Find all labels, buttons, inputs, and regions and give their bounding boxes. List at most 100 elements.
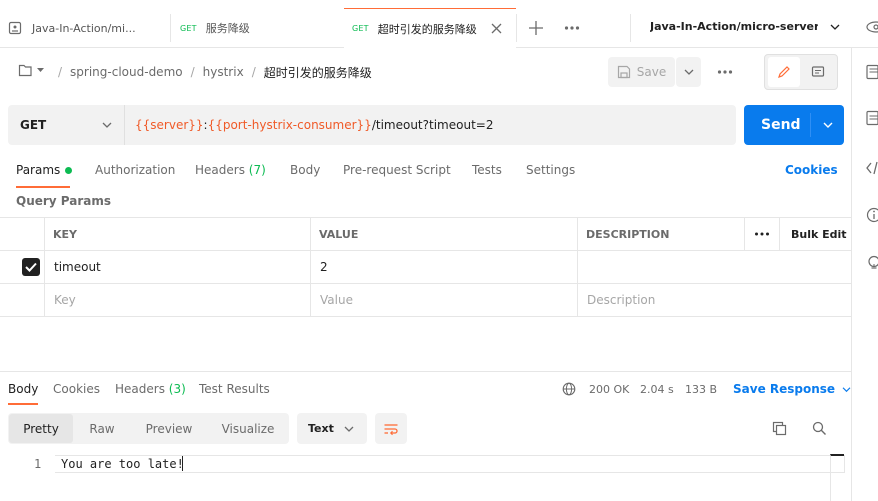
- new-param-key-input[interactable]: Key: [54, 283, 76, 316]
- comments-icon[interactable]: [866, 110, 878, 126]
- response-tab-test-results[interactable]: Test Results: [199, 380, 270, 398]
- workspace-path[interactable]: Java-In-Action/micro-server/sp: [650, 20, 818, 36]
- param-key[interactable]: timeout: [54, 250, 101, 283]
- chevron-down-icon[interactable]: [830, 23, 840, 31]
- response-headers-count: (3): [168, 382, 186, 396]
- chevron-down-icon[interactable]: [823, 121, 833, 129]
- cookies-link[interactable]: Cookies: [785, 160, 838, 180]
- table-border: [779, 217, 780, 250]
- collection-icon[interactable]: [18, 63, 46, 77]
- headers-count: (7): [248, 163, 266, 177]
- tab-label: Java-In-Action/mi...: [32, 21, 136, 35]
- tab-prerequest-script[interactable]: Pre-request Script: [343, 160, 451, 180]
- breadcrumb-folder[interactable]: hystrix: [203, 65, 244, 79]
- tab-headers[interactable]: Headers (7): [195, 160, 266, 180]
- documentation-icon[interactable]: [866, 64, 878, 80]
- wrap-lines-icon[interactable]: [375, 413, 407, 444]
- copy-icon[interactable]: [772, 421, 787, 436]
- comment-icon[interactable]: [802, 57, 834, 87]
- save-label: Save: [636, 65, 667, 79]
- table-border: [0, 250, 851, 251]
- tab-divider: [170, 14, 171, 42]
- checkmark-icon: [25, 262, 37, 272]
- tab-label: 服务降级: [205, 22, 250, 35]
- globe-icon[interactable]: [562, 382, 576, 396]
- tab-settings[interactable]: Settings: [526, 160, 575, 180]
- tab-params[interactable]: Params: [16, 160, 73, 180]
- response-divider: [0, 371, 851, 372]
- table-border: [744, 217, 745, 250]
- search-icon[interactable]: [812, 421, 827, 436]
- param-checkbox[interactable]: [22, 258, 40, 276]
- tab-timeout-degrade[interactable]: GET 超时引发的服务降级: [344, 8, 516, 48]
- view-pretty[interactable]: Pretty: [9, 413, 73, 444]
- url-variable-port: {{port-hystrix-consumer}}: [207, 118, 372, 132]
- tab-service-degrade[interactable]: GET 服务降级: [172, 8, 344, 48]
- more-tabs-icon[interactable]: [564, 25, 580, 31]
- bulk-edit-button[interactable]: Bulk Edit: [791, 218, 847, 251]
- lightbulb-icon[interactable]: [866, 255, 878, 271]
- send-divider: [810, 113, 811, 137]
- edit-icon[interactable]: [768, 57, 800, 87]
- tab-params-label: Params: [16, 163, 61, 177]
- response-time[interactable]: 2.04 s: [640, 380, 674, 398]
- save-icon: [617, 65, 631, 79]
- format-select[interactable]: Text: [297, 413, 367, 444]
- new-tab-icon[interactable]: [528, 20, 544, 36]
- code-snippet-icon[interactable]: [866, 160, 878, 176]
- param-value[interactable]: 2: [320, 250, 328, 283]
- chevron-down-icon: [344, 425, 354, 433]
- column-header-description: DESCRIPTION: [586, 228, 670, 241]
- send-button[interactable]: Send: [744, 105, 844, 145]
- chevron-down-icon: [684, 68, 694, 76]
- active-tab-indicator: [16, 186, 70, 188]
- breadcrumb: / spring-cloud-demo / hystrix / 超时引发的服务降…: [58, 64, 372, 81]
- eye-icon[interactable]: [866, 20, 878, 34]
- method-select[interactable]: GET: [8, 105, 125, 145]
- more-options-icon[interactable]: [754, 231, 770, 237]
- save-response-label: Save Response: [733, 382, 836, 396]
- status-code[interactable]: 200 OK: [589, 380, 629, 398]
- tab-divider: [630, 14, 631, 42]
- response-tab-cookies[interactable]: Cookies: [53, 380, 100, 398]
- close-icon[interactable]: [491, 23, 502, 34]
- new-param-value-input[interactable]: Value: [320, 283, 353, 316]
- view-preview[interactable]: Preview: [133, 413, 205, 444]
- method-tag: GET: [180, 23, 197, 33]
- view-visualize[interactable]: Visualize: [209, 413, 287, 444]
- url-path: /timeout?timeout=2: [371, 118, 494, 132]
- line-number: 1: [34, 457, 42, 471]
- view-raw[interactable]: Raw: [75, 413, 129, 444]
- chevron-down-icon: [102, 121, 112, 129]
- breadcrumb-collection[interactable]: spring-cloud-demo: [70, 65, 183, 79]
- table-border: [0, 316, 851, 317]
- format-label: Text: [308, 422, 334, 435]
- breadcrumb-request[interactable]: 超时引发的服务降级: [264, 64, 372, 81]
- active-dot: [65, 166, 73, 174]
- response-tab-body[interactable]: Body: [8, 380, 38, 398]
- column-header-value: VALUE: [319, 228, 359, 241]
- tab-workspace[interactable]: Java-In-Action/mi...: [0, 8, 170, 48]
- info-icon[interactable]: [866, 207, 878, 223]
- tab-label: 超时引发的服务降级: [377, 22, 477, 36]
- new-param-description-input[interactable]: Description: [587, 283, 655, 316]
- table-border: [310, 217, 311, 317]
- url-variable-server: {{server}}: [135, 118, 204, 132]
- chevron-down-icon: [842, 386, 851, 393]
- tab-authorization[interactable]: Authorization: [95, 160, 175, 180]
- tab-tests[interactable]: Tests: [472, 160, 502, 180]
- method-label: GET: [20, 118, 47, 132]
- response-tab-headers[interactable]: Headers (3): [115, 380, 186, 398]
- request-icon: [8, 21, 22, 35]
- tab-body[interactable]: Body: [290, 160, 320, 180]
- save-button[interactable]: Save: [608, 57, 675, 87]
- more-actions-icon[interactable]: [717, 69, 733, 75]
- response-size[interactable]: 133 B: [685, 380, 717, 398]
- response-body-text[interactable]: You are too late!: [61, 455, 184, 473]
- minimap-scrollbar[interactable]: [830, 454, 844, 501]
- url-input[interactable]: {{server}}: {{port-hystrix-consumer}}/tim…: [135, 105, 493, 145]
- send-label: Send: [761, 117, 801, 133]
- save-options-button[interactable]: [676, 57, 701, 87]
- column-header-key: KEY: [53, 228, 78, 241]
- save-response-button[interactable]: Save Response: [733, 380, 851, 398]
